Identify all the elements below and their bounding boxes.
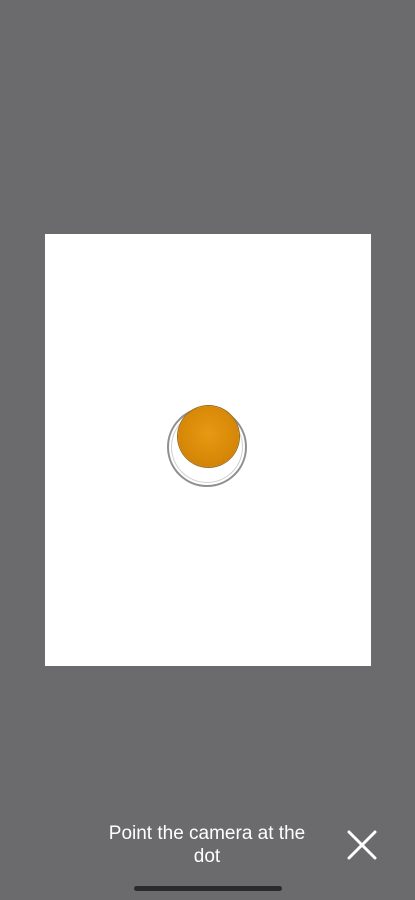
home-indicator[interactable] xyxy=(134,886,282,891)
calibration-screen: Point the camera at the dot xyxy=(0,0,415,900)
instruction-text: Point the camera at the dot xyxy=(108,823,306,867)
close-icon xyxy=(347,830,377,860)
calibration-dot xyxy=(178,406,239,467)
close-button[interactable] xyxy=(340,823,384,867)
